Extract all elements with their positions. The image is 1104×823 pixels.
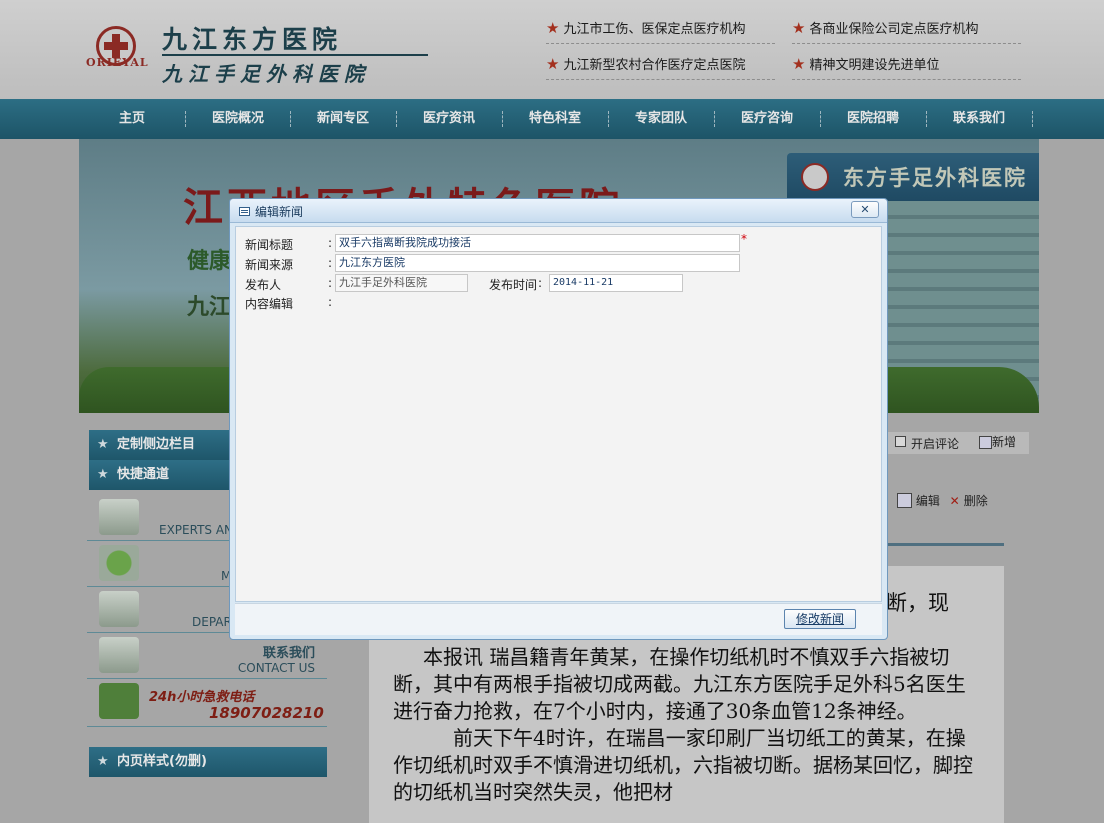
- required-marker: *: [741, 232, 747, 246]
- globe-icon: [99, 545, 139, 581]
- dialog-body: 新闻标题 : 双手六指离断我院成功接活 * 新闻来源 : 九江东方医院 发布人 …: [235, 226, 882, 602]
- delete-icon: ✕: [949, 494, 960, 508]
- emergency-label: 24h小时急救电话: [149, 690, 255, 705]
- nav-medical-info[interactable]: 医疗资讯: [396, 99, 502, 139]
- logo-english: ORIEYAL: [86, 56, 149, 69]
- comment-checkbox[interactable]: [895, 436, 906, 447]
- dialog-titlebar[interactable]: 编辑新闻 ✕: [230, 199, 887, 223]
- edit-icon: [897, 493, 912, 508]
- cert-item: ★ 各商业保险公司定点医疗机构: [792, 18, 1021, 44]
- edit-label: 编辑: [915, 494, 940, 508]
- cert-text: 九江新型农村合作医疗定点医院: [563, 58, 746, 73]
- star-icon: ★: [792, 55, 806, 73]
- main-nav: 主页 医院概况 新闻专区 医疗资讯 特色科室 专家团队 医疗咨询 医院招聘 联系…: [0, 99, 1104, 139]
- nav-consult[interactable]: 医疗咨询: [714, 99, 820, 139]
- edit-news-dialog: 编辑新闻 ✕ 新闻标题 : 双手六指离断我院成功接活 * 新闻来源 : 九江东方…: [229, 198, 888, 640]
- news-source-input[interactable]: 九江东方医院: [335, 254, 740, 272]
- logo-divider: [162, 54, 428, 56]
- sidebar-item-label: DEPAR: [192, 615, 232, 629]
- cert-text: 精神文明建设先进单位: [809, 58, 940, 73]
- banner-sign: 东方手足外科医院: [787, 153, 1039, 201]
- content-editor-label: 内容编辑: [245, 297, 294, 311]
- news-title-label: 新闻标题: [245, 238, 294, 252]
- article-toolbar: 开启评论 新增: [887, 432, 1029, 454]
- nav-news[interactable]: 新闻专区: [290, 99, 396, 139]
- window-icon: [239, 207, 250, 216]
- cross-logo-icon: [801, 163, 829, 191]
- chart-icon: [99, 591, 139, 627]
- add-label: 新增: [992, 435, 1017, 449]
- article-fragment: 断，现: [886, 591, 949, 615]
- sidebar-header-innerpage[interactable]: ★ 内页样式(勿删): [89, 747, 327, 777]
- sidebar-header-label: 定制侧边栏目: [117, 437, 196, 452]
- colon: :: [538, 276, 543, 290]
- nav-jobs[interactable]: 医院招聘: [820, 99, 926, 139]
- delete-label: 删除: [963, 494, 988, 508]
- banner-sign-text: 东方手足外科医院: [843, 165, 1027, 190]
- cert-item: ★ 九江新型农村合作医疗定点医院: [546, 54, 775, 80]
- comment-label: 开启评论: [911, 437, 960, 451]
- save-news-button[interactable]: 修改新闻: [784, 609, 856, 629]
- article-actions: 编辑 ✕ 删除: [897, 492, 988, 509]
- hospital-logo[interactable]: ORIEYAL 九江东方医院 九江手足外科医院: [86, 20, 431, 86]
- article-paragraph: 前天下午4时许，在瑞昌一家印刷厂当切纸工的黄某，在操作切纸机时双手不慎滑进切纸机…: [393, 726, 973, 804]
- sidebar-item-sublabel: CONTACT US: [237, 661, 315, 675]
- news-title-input[interactable]: 双手六指离断我院成功接活: [335, 234, 740, 252]
- content-divider: [887, 543, 1004, 546]
- nav-separator: [1032, 111, 1033, 127]
- dialog-title: 编辑新闻: [255, 205, 304, 219]
- sidebar-header-label: 快捷通道: [117, 467, 170, 482]
- sidebar-item-label: EXPERTS AN: [159, 523, 234, 537]
- nav-contact[interactable]: 联系我们: [926, 99, 1032, 139]
- star-icon: ★: [546, 19, 560, 37]
- star-icon: ★: [546, 55, 560, 73]
- edit-button[interactable]: 编辑: [897, 493, 940, 508]
- sidebar-item-label: 联系我们: [262, 646, 315, 661]
- nav-home[interactable]: 主页: [79, 99, 185, 139]
- emergency-phone: 18907028210: [209, 704, 324, 722]
- colon: :: [328, 276, 333, 290]
- nav-departments[interactable]: 特色科室: [502, 99, 608, 139]
- site-header: ORIEYAL 九江东方医院 九江手足外科医院 ★ 九江市工伤、医保定点医疗机构 …: [0, 0, 1104, 99]
- sidebar-emergency[interactable]: 24h小时急救电话 18907028210: [87, 679, 327, 727]
- author-label: 发布人: [245, 278, 282, 292]
- content-editor-area[interactable]: [335, 311, 875, 595]
- logo-title: 九江东方医院: [162, 25, 343, 54]
- article-body: 本报讯 瑞昌籍青年黄某，在操作切纸机时不慎双手六指被切断，其中有两根手指被切成两…: [393, 644, 977, 806]
- colon: :: [328, 236, 333, 250]
- publish-date-label: 发布时间: [489, 278, 538, 292]
- cert-text: 各商业保险公司定点医疗机构: [809, 22, 979, 37]
- add-button[interactable]: 新增: [979, 433, 1016, 450]
- colon: :: [328, 295, 333, 309]
- star-icon: ★: [97, 754, 109, 769]
- nav-about[interactable]: 医院概况: [185, 99, 291, 139]
- star-icon: ★: [792, 19, 806, 37]
- cert-text: 九江市工伤、医保定点医疗机构: [563, 22, 746, 37]
- news-source-label: 新闻来源: [245, 258, 294, 272]
- publish-date-input[interactable]: 2014-11-21: [549, 274, 683, 292]
- delete-button[interactable]: ✕ 删除: [944, 494, 988, 508]
- phone-icon: [99, 683, 139, 719]
- close-button[interactable]: ✕: [851, 201, 879, 218]
- colon: :: [328, 256, 333, 270]
- mail-icon: [99, 637, 139, 673]
- dialog-footer: 修改新闻: [235, 603, 882, 635]
- nav-experts[interactable]: 专家团队: [608, 99, 714, 139]
- article-paragraph: 本报讯 瑞昌籍青年黄某，在操作切纸机时不慎双手六指被切断，其中有两根手指被切成两…: [393, 645, 966, 723]
- star-icon: ★: [97, 437, 109, 452]
- author-input[interactable]: 九江手足外科医院: [335, 274, 468, 292]
- add-icon: [979, 436, 992, 449]
- star-icon: ★: [97, 467, 109, 482]
- logo-subtitle: 九江手足外科医院: [162, 62, 370, 86]
- banner-line2: 健康: [187, 249, 232, 274]
- cert-item: ★ 九江市工伤、医保定点医疗机构: [546, 18, 775, 44]
- cert-item: ★ 精神文明建设先进单位: [792, 54, 1021, 80]
- sidebar-header-label: 内页样式(勿删): [117, 754, 207, 769]
- doctor-icon: [99, 499, 139, 535]
- banner-line3: 九江: [187, 295, 232, 320]
